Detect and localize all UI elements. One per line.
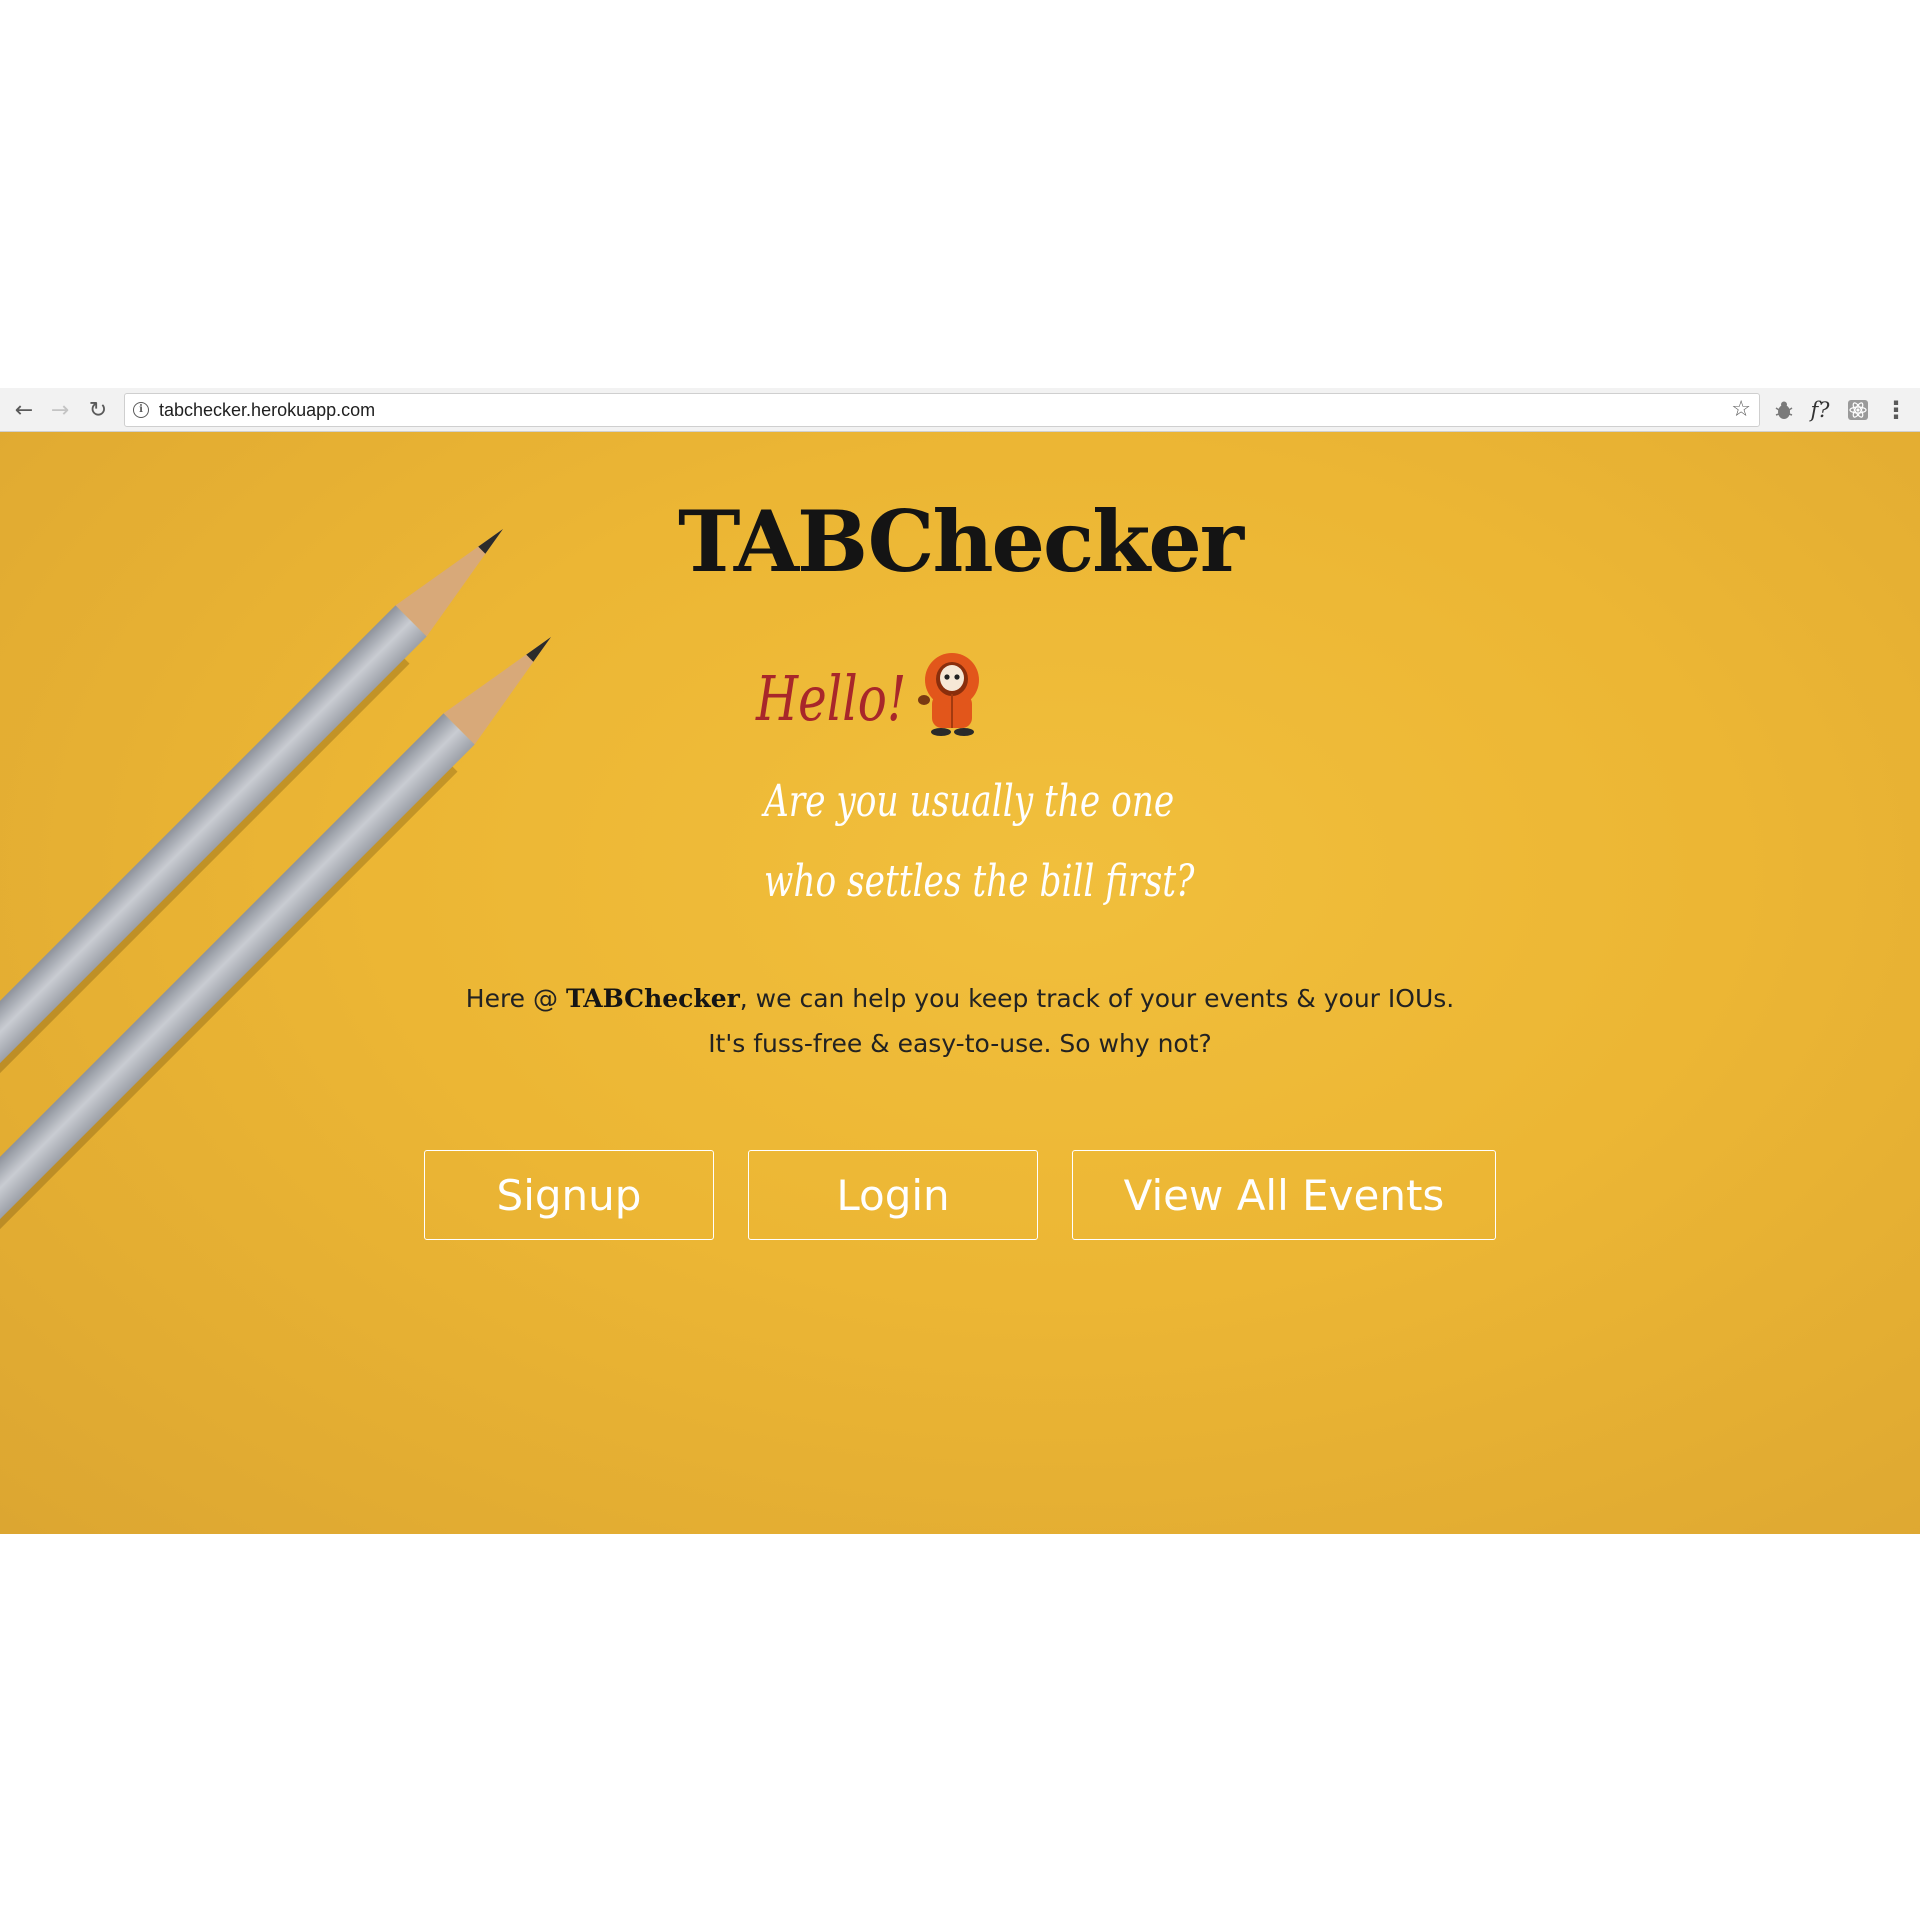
hero-section: TABChecker Hello! Are you usually the on… xyxy=(0,432,1920,1534)
description-prefix: Here @ xyxy=(465,984,566,1013)
tagline-line-2: who settles the bill first? xyxy=(764,856,1195,907)
kenny-mascot-icon xyxy=(918,653,979,736)
info-icon[interactable]: i xyxy=(133,402,149,418)
function-extension-icon[interactable]: f? xyxy=(1806,396,1834,424)
description-line-1: Here @ TABChecker, we can help you keep … xyxy=(0,976,1920,1021)
back-arrow-icon[interactable]: ← xyxy=(10,396,38,424)
signup-button[interactable]: Signup xyxy=(424,1150,714,1240)
description-brand: TABChecker xyxy=(565,984,740,1013)
bug-extension-icon[interactable] xyxy=(1770,396,1798,424)
description: Here @ TABChecker, we can help you keep … xyxy=(0,976,1920,1066)
login-button[interactable]: Login xyxy=(748,1150,1038,1240)
bookmark-star-icon[interactable]: ☆ xyxy=(1731,397,1751,422)
tagline-line-1: Are you usually the one xyxy=(764,776,1175,827)
react-extension-icon[interactable] xyxy=(1844,396,1872,424)
forward-arrow-icon[interactable]: → xyxy=(46,396,74,424)
description-line-2: It's fuss-free & easy-to-use. So why not… xyxy=(708,1029,1212,1058)
reload-icon[interactable]: ↻ xyxy=(84,396,112,424)
address-bar[interactable]: i tabchecker.herokuapp.com ☆ xyxy=(124,393,1760,427)
tagline: Are you usually the one who settles the … xyxy=(764,762,1194,922)
url-text[interactable]: tabchecker.herokuapp.com xyxy=(159,400,375,421)
view-all-events-button[interactable]: View All Events xyxy=(1072,1150,1496,1240)
browser-toolbar: ← → ↻ i tabchecker.herokuapp.com ☆ f? ⋮ xyxy=(0,388,1920,432)
browser-window: ← → ↻ i tabchecker.herokuapp.com ☆ f? ⋮ … xyxy=(0,388,1920,1534)
browser-menu-icon[interactable]: ⋮ xyxy=(1882,396,1910,424)
greeting-text: Hello! xyxy=(756,662,907,735)
description-suffix: , we can help you keep track of your eve… xyxy=(739,984,1455,1013)
site-logo: TABChecker xyxy=(677,492,1244,591)
